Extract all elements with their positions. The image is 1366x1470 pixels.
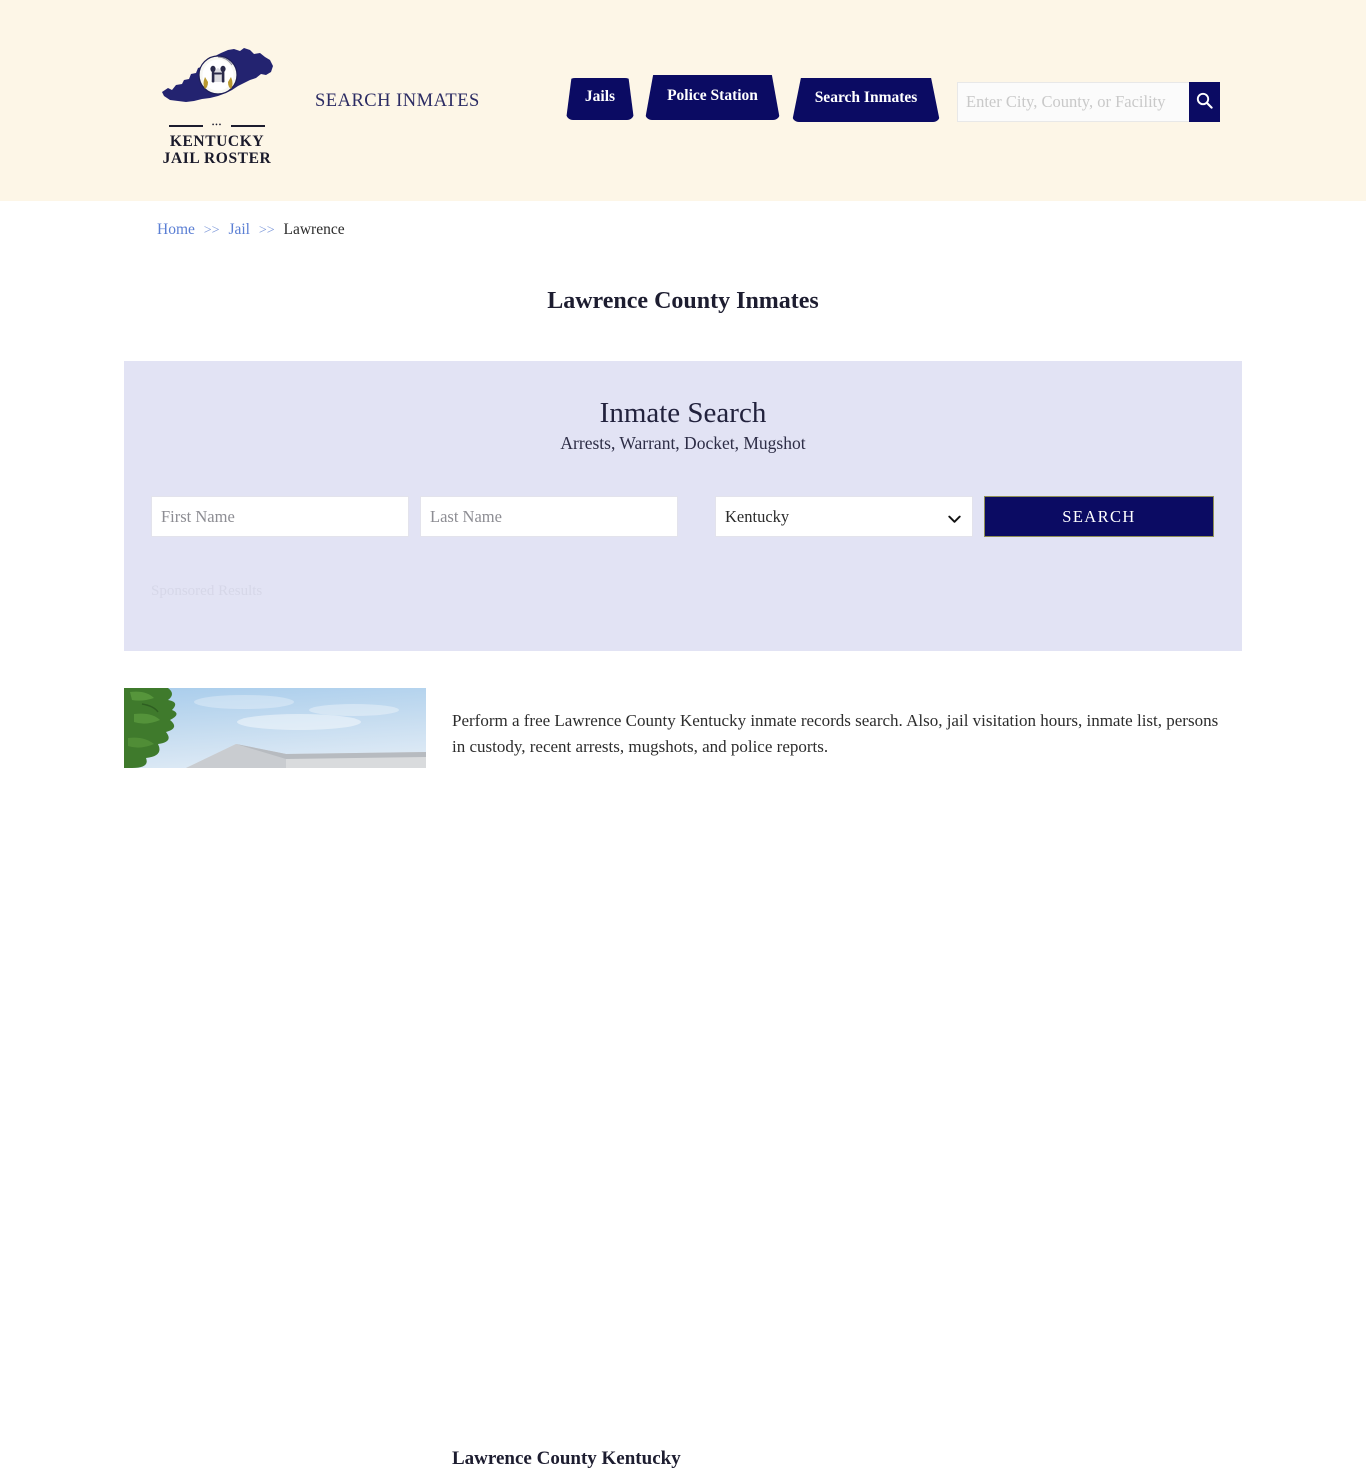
header-search-button[interactable] (1189, 82, 1220, 122)
inmate-search-panel: Inmate Search Arrests, Warrant, Docket, … (124, 361, 1242, 651)
nav-item-police-station-label: Police Station (667, 87, 758, 104)
site-logo[interactable]: ••• KENTUCKY JAIL ROSTER (157, 44, 277, 167)
panel-subtitle: Arrests, Warrant, Docket, Mugshot (560, 433, 806, 453)
nav-item-jails-label: Jails (584, 87, 616, 105)
header-search (957, 82, 1220, 122)
state-select[interactable]: Kentucky (715, 496, 973, 537)
nav-item-search-inmates[interactable]: Search Inmates (792, 78, 940, 122)
primary-nav: Jails Police Station Search Inmates (566, 74, 956, 134)
nav-item-search-inmates-label: Search Inmates (814, 89, 918, 106)
breadcrumb-item-home[interactable]: Home (157, 221, 195, 238)
logo-text-line1: KENTUCKY (169, 133, 265, 150)
logo-divider-dots: ••• (211, 121, 223, 129)
breadcrumb-item-jail[interactable]: Jail (228, 221, 250, 238)
header-search-input[interactable] (957, 82, 1189, 122)
breadcrumb-separator: >> (258, 223, 275, 238)
nav-item-jails[interactable]: Jails (566, 78, 634, 120)
logo-text-line2: JAIL ROSTER (162, 150, 272, 167)
page-title: Lawrence County Inmates (547, 288, 819, 315)
logo-divider-ornament: ••• (169, 121, 265, 130)
jail-building-photo[interactable] (124, 688, 426, 768)
breadcrumb: Home >> Jail >> Lawrence (157, 221, 345, 239)
inmate-search-form: Kentucky SEARCH (151, 496, 1214, 537)
panel-title: Inmate Search (599, 397, 767, 429)
article-content: Perform a free Lawrence County Kentucky … (0, 688, 1366, 1469)
breadcrumb-item-current: Lawrence (283, 221, 345, 238)
article-subheading: Lawrence County Kentucky (452, 1448, 681, 1469)
nav-item-police-station[interactable]: Police Station (645, 75, 780, 120)
article-paragraph: Perform a free Lawrence County Kentucky … (452, 711, 1219, 756)
search-icon (1196, 92, 1213, 112)
breadcrumb-separator: >> (203, 223, 220, 238)
kentucky-state-map-with-seal-icon (158, 44, 276, 116)
sponsored-results-label: Sponsored Results (151, 583, 263, 599)
inmate-search-submit-button[interactable]: SEARCH (984, 496, 1214, 537)
header-tagline: SEARCH INMATES (315, 91, 480, 111)
site-header: ••• KENTUCKY JAIL ROSTER SEARCH INMATES … (0, 0, 1366, 201)
